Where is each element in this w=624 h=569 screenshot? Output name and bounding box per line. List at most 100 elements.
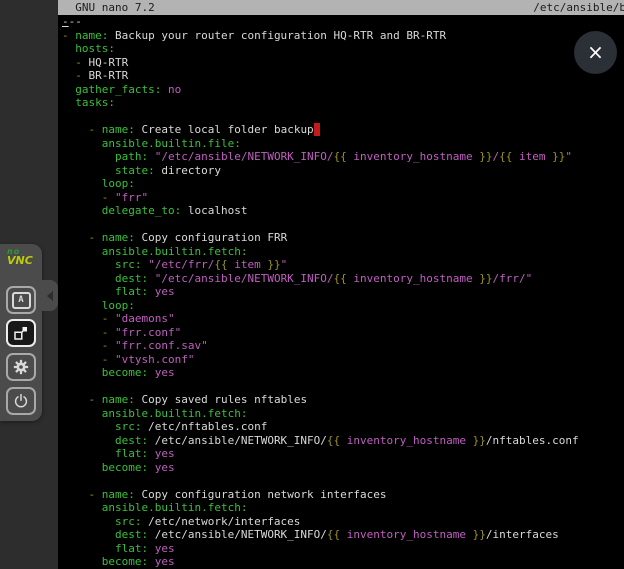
code-line: src: /etc/nftables.conf (62, 420, 624, 434)
code-segment: - (89, 488, 102, 501)
code-segment (62, 353, 102, 366)
code-line: ansible.builtin.file: (62, 137, 624, 151)
code-segment: ansible.builtin.file: (102, 137, 241, 150)
code-segment: "frr.conf.sav" (115, 339, 208, 352)
code-segment (62, 177, 102, 190)
code-segment: inventory_hostname (347, 272, 479, 285)
terminal-window[interactable]: GNU nano 7.2 /etc/ansible/b ---- name: B… (58, 0, 624, 569)
code-segment: yes (155, 542, 175, 555)
code-segment: name: (102, 231, 135, 244)
code-segment (62, 420, 115, 433)
fullscreen-icon (12, 324, 30, 342)
code-segment: flat: (115, 285, 148, 298)
code-segment: item (512, 150, 552, 163)
code-segment: ansible.builtin.fetch: (102, 245, 248, 258)
code-segment: dest: (115, 434, 148, 447)
code-segment (62, 272, 115, 285)
novnc-logo: no VNC (7, 247, 33, 265)
code-segment (62, 69, 75, 82)
code-segment: }} (552, 150, 565, 163)
code-segment: ansible.builtin.fetch: (102, 501, 248, 514)
code-segment: path: (115, 150, 148, 163)
code-segment: - (89, 123, 102, 136)
code-segment: hosts: (75, 42, 115, 55)
code-segment (62, 299, 102, 312)
code-segment: ansible.builtin.fetch: (102, 407, 248, 420)
code-segment (62, 528, 115, 541)
novnc-logo-bottom: VNC (7, 256, 33, 265)
close-button[interactable]: × (574, 31, 617, 74)
code-segment: name: (75, 29, 108, 42)
code-line: ansible.builtin.fetch: (62, 501, 624, 515)
code-line (62, 474, 624, 488)
code-line: path: "/etc/ansible/NETWORK_INFO/{{ inve… (62, 150, 624, 164)
code-segment (148, 542, 155, 555)
keyboard-button[interactable]: A (6, 286, 36, 314)
code-line: - "frr.conf" (62, 326, 624, 340)
code-segment (62, 164, 115, 177)
code-line: ansible.builtin.fetch: (62, 245, 624, 259)
code-segment: name: (102, 393, 135, 406)
code-segment: tasks: (75, 96, 115, 109)
code-segment (62, 285, 115, 298)
code-line: become: yes (62, 366, 624, 380)
code-segment: /etc/ansible/NETWORK_INFO/ (148, 434, 327, 447)
code-segment: flat: (115, 447, 148, 460)
code-segment (62, 393, 89, 406)
code-segment: }} (473, 434, 486, 447)
nano-file-path: /etc/ansible/b (533, 0, 624, 15)
code-segment: become: (102, 366, 148, 379)
code-segment: - (102, 339, 115, 352)
code-segment: no (168, 83, 181, 96)
code-segment: /etc/network/interfaces (141, 515, 300, 528)
control-bar-handle[interactable] (42, 280, 58, 311)
code-line: flat: yes (62, 285, 624, 299)
code-segment: /etc/nftables.conf (141, 420, 267, 433)
code-line: become: yes (62, 461, 624, 475)
code-segment: }} (479, 272, 492, 285)
code-segment: -- (69, 15, 82, 28)
code-segment (148, 555, 155, 568)
code-segment: - (62, 15, 69, 28)
code-segment: "/etc/ansible/NETWORK_INFO/ (155, 150, 334, 163)
code-segment (62, 515, 115, 528)
code-segment: dest: (115, 272, 148, 285)
code-segment (62, 123, 89, 136)
code-segment: HQ-RTR (89, 56, 129, 69)
code-segment: inventory_hostname (340, 434, 472, 447)
code-segment: directory (155, 164, 221, 177)
code-line: state: directory (62, 164, 624, 178)
code-line: - "frr.conf.sav" (62, 339, 624, 353)
power-button[interactable] (6, 387, 36, 415)
code-segment: }} (267, 258, 280, 271)
code-segment: name: (102, 123, 135, 136)
code-line: loop: (62, 177, 624, 191)
code-segment (148, 272, 155, 285)
code-segment: - (75, 56, 88, 69)
settings-button[interactable] (6, 353, 36, 381)
code-segment: /nftables.conf (486, 434, 579, 447)
code-segment: "frr.conf" (115, 326, 181, 339)
code-segment (62, 83, 75, 96)
code-segment (62, 96, 75, 109)
code-line (62, 380, 624, 394)
code-segment: " (565, 150, 572, 163)
code-segment: Backup your router configuration HQ-RTR … (108, 29, 446, 42)
editor-text-area[interactable]: ---- name: Backup your router configurat… (62, 15, 624, 569)
code-segment: "/etc/frr/ (148, 258, 214, 271)
code-segment (62, 407, 102, 420)
code-segment (62, 555, 102, 568)
code-line: flat: yes (62, 542, 624, 556)
code-segment: yes (155, 555, 175, 568)
code-segment (62, 56, 75, 69)
code-segment: /frr/" (493, 272, 533, 285)
code-segment (62, 245, 102, 258)
code-segment: Copy configuration network interfaces (135, 488, 387, 501)
fullscreen-button[interactable] (6, 319, 36, 347)
code-segment: src: (115, 420, 142, 433)
code-segment: - (102, 326, 115, 339)
code-segment (62, 150, 115, 163)
code-line: - name: Copy saved rules nftables (62, 393, 624, 407)
code-segment: delegate_to: (102, 204, 181, 217)
code-line: - name: Copy configuration FRR (62, 231, 624, 245)
